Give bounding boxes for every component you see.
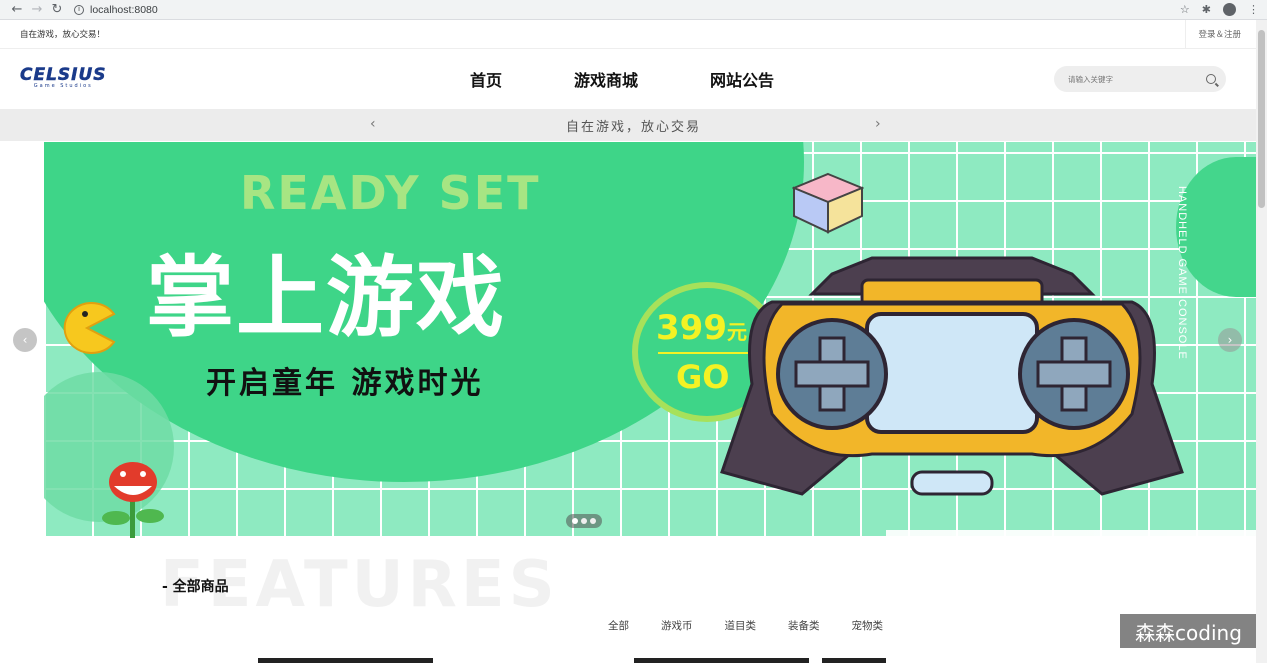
banner-dot-2[interactable] (581, 518, 587, 524)
banner-dot-3[interactable] (590, 518, 596, 524)
tab-all[interactable]: 全部 (608, 618, 629, 633)
handheld-vertical-text: HANDHELD GAME CONSOLE (1176, 186, 1188, 360)
banner-headline: 掌上游戏 (146, 246, 507, 349)
banner-image[interactable]: READY SET 掌上游戏 开启童年 游戏时光 399元 GO HANDHEL… (44, 142, 1256, 538)
notice-text: 自在游戏，放心交易 (565, 119, 701, 135)
search-input[interactable] (1068, 74, 1206, 84)
search-box (1054, 66, 1226, 92)
page-scrollbar[interactable] (1256, 20, 1267, 663)
banner-subline: 开启童年 游戏时光 (206, 366, 484, 401)
url-text: localhost:8080 (90, 3, 158, 16)
product-card-top[interactable] (258, 658, 433, 663)
notice-next-icon[interactable]: › (875, 116, 883, 132)
nav-game-store[interactable]: 游戏商城 (574, 67, 638, 91)
notice-prev-icon[interactable]: ‹ (370, 116, 378, 132)
tab-equipment[interactable]: 装备类 (788, 618, 820, 633)
login-register-link[interactable]: 登录＆注册 (1185, 19, 1255, 49)
extensions-icon[interactable]: ✱ (1202, 3, 1211, 16)
main-nav: 首页 游戏商城 网站公告 (470, 49, 846, 109)
info-icon[interactable]: i (74, 4, 84, 15)
banner-next-button[interactable]: › (1218, 328, 1242, 352)
tab-items[interactable]: 道目类 (725, 618, 757, 633)
banner-carousel: READY SET 掌上游戏 开启童年 游戏时光 399元 GO HANDHEL… (0, 142, 1256, 538)
scrollbar-thumb[interactable] (1258, 30, 1265, 208)
rubik-cube-icon (792, 172, 864, 234)
banner-prev-button[interactable]: ‹ (13, 328, 37, 352)
banner-dot-1[interactable] (572, 518, 578, 524)
profile-avatar-icon[interactable] (1223, 3, 1236, 16)
bookmark-star-icon[interactable]: ☆ (1180, 3, 1190, 16)
section-title: - 全部商品 (162, 579, 229, 595)
category-tabs: 全部 游戏币 道目类 装备类 宠物类 (608, 618, 915, 633)
slogan-text: 自在游戏，放心交易！ (20, 30, 106, 40)
product-card-top[interactable] (822, 658, 886, 663)
tab-pets[interactable]: 宠物类 (852, 618, 884, 633)
piranha-plant-icon (102, 462, 164, 538)
site-header: CELSIUS Game Studios 首页 游戏商城 网站公告 (0, 49, 1267, 109)
back-icon[interactable]: ← (8, 1, 26, 19)
nav-home[interactable]: 首页 (470, 67, 502, 91)
tab-game-coins[interactable]: 游戏币 (661, 618, 693, 633)
top-strip: 自在游戏，放心交易！ 登录＆注册 (0, 19, 1267, 49)
reload-icon[interactable]: ↻ (48, 1, 66, 19)
banner-ready-text: READY SET (240, 166, 541, 220)
nav-announcements[interactable]: 网站公告 (710, 67, 774, 91)
site-logo[interactable]: CELSIUS Game Studios (20, 65, 107, 89)
banner-indicators (566, 514, 602, 528)
pacman-icon (63, 302, 116, 354)
logo-name: CELSIUS (20, 65, 107, 86)
forward-icon[interactable]: → (28, 1, 46, 19)
notice-bar: ‹ 自在游戏，放心交易 › (0, 109, 1267, 141)
watermark-text: 森森coding (1120, 614, 1257, 648)
menu-kebab-icon[interactable]: ⋮ (1248, 3, 1259, 16)
product-card-top[interactable] (634, 658, 809, 663)
address-bar[interactable]: i localhost:8080 (74, 4, 1180, 16)
game-controller-icon (720, 256, 1184, 496)
browser-toolbar: ← → ↻ i localhost:8080 ☆ ✱ ⋮ (0, 0, 1267, 20)
search-icon[interactable] (1206, 74, 1216, 84)
